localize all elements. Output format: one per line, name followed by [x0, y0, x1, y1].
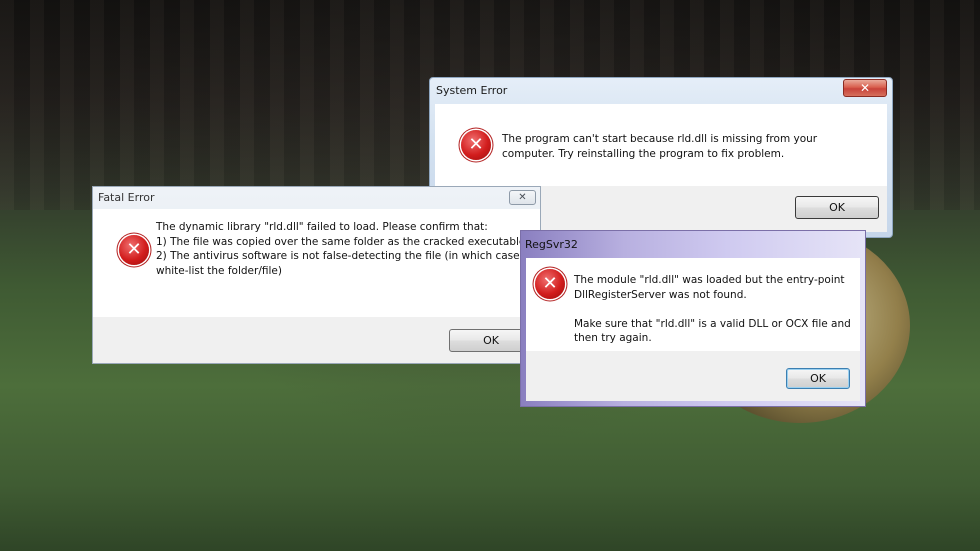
- system-error-ok-button[interactable]: OK: [795, 196, 879, 219]
- message-line: The dynamic library "rld.dll" failed to …: [156, 221, 488, 233]
- fatal-error-body: ✕ The dynamic library "rld.dll" failed t…: [93, 209, 540, 317]
- fatal-error-message: The dynamic library "rld.dll" failed to …: [156, 220, 525, 278]
- fatal-error-title: Fatal Error: [98, 191, 155, 204]
- system-error-message: The program can't start because rld.dll …: [502, 132, 817, 161]
- message-line: DllRegisterServer was not found.: [574, 288, 747, 301]
- close-icon: ✕: [859, 81, 871, 95]
- message-line: then try again.: [574, 332, 652, 345]
- system-error-body: ✕ The program can't start because rld.dl…: [435, 104, 887, 186]
- regsvr32-ok-button[interactable]: OK: [786, 368, 850, 389]
- fatal-error-footer: OK: [93, 317, 540, 363]
- fatal-error-dialog: Fatal Error ✕ ✕ The dynamic library "rld…: [92, 186, 541, 364]
- system-error-close-button[interactable]: ✕: [843, 79, 887, 97]
- error-icon: ✕: [461, 130, 491, 160]
- fatal-error-close-button[interactable]: ✕: [509, 190, 536, 205]
- regsvr32-body: ✕ The module "rld.dll" was loaded but th…: [526, 258, 860, 351]
- message-line: The module "rld.dll" was loaded but the …: [574, 274, 845, 286]
- message-line: 2) The antivirus software is not false-d…: [156, 250, 520, 263]
- message-line: computer. Try reinstalling the program t…: [502, 147, 785, 160]
- regsvr32-title: RegSvr32: [525, 238, 578, 251]
- regsvr32-titlebar[interactable]: RegSvr32: [521, 231, 865, 258]
- message-line: Make sure that "rld.dll" is a valid DLL …: [574, 317, 851, 330]
- system-error-title: System Error: [436, 84, 508, 97]
- fatal-error-titlebar[interactable]: Fatal Error ✕: [93, 187, 540, 209]
- error-icon: ✕: [535, 269, 565, 299]
- error-icon: ✕: [119, 235, 149, 265]
- regsvr32-dialog: RegSvr32 ✕ The module "rld.dll" was load…: [520, 230, 866, 407]
- system-error-titlebar[interactable]: System Error ✕: [430, 78, 892, 104]
- message-line: white-list the folder/file): [156, 264, 282, 277]
- message-line: 1) The file was copied over the same fol…: [156, 235, 526, 248]
- message-line: The program can't start because rld.dll …: [502, 133, 818, 145]
- regsvr32-message: The module "rld.dll" was loaded but the …: [574, 273, 851, 346]
- close-icon: ✕: [518, 192, 527, 203]
- regsvr32-footer: OK: [526, 351, 860, 401]
